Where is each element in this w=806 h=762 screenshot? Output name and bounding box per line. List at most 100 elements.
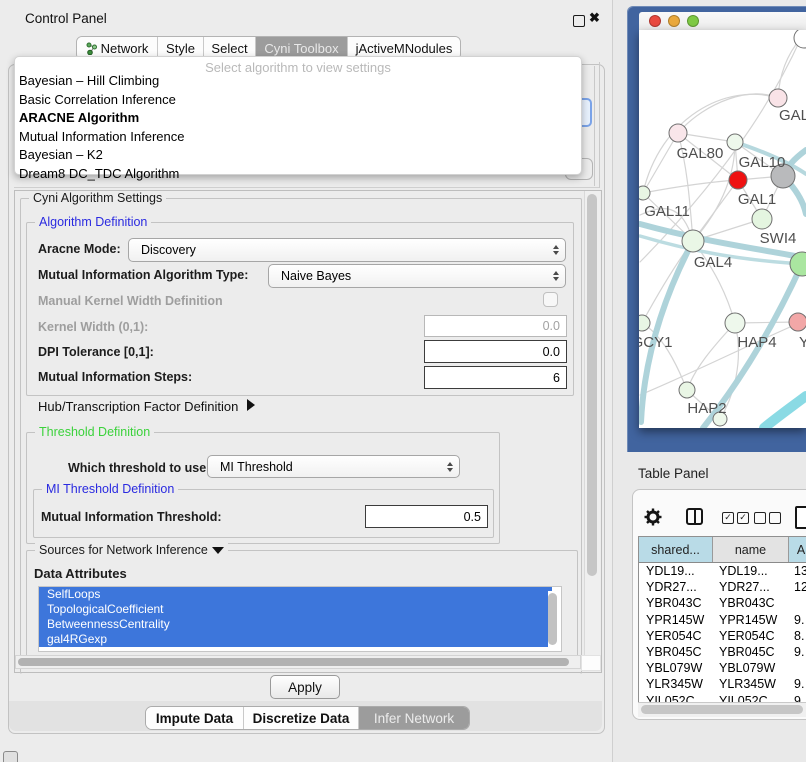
close-icon[interactable]: ✖ — [589, 10, 600, 26]
algorithm-option[interactable]: ARACNE Algorithm — [19, 110, 139, 125]
tab-label: Cyni Toolbox — [264, 41, 338, 56]
mi-steps-input[interactable]: 6 — [424, 366, 567, 389]
table-row[interactable]: YBL079WYBL079W — [639, 660, 806, 676]
table-row[interactable]: YIL052CYIL052C9 — [639, 693, 806, 703]
zoom-button[interactable] — [687, 15, 699, 27]
network-edge[interactable] — [643, 133, 678, 193]
network-node[interactable] — [639, 315, 650, 331]
node-label: GAL4 — [694, 254, 732, 271]
table-cell: 8. — [789, 629, 806, 643]
sources-title[interactable]: Sources for Network Inference — [35, 543, 228, 557]
network-node[interactable] — [725, 313, 745, 333]
network-edge[interactable] — [687, 323, 735, 390]
list-item[interactable]: TopologicalCoefficient — [39, 602, 552, 617]
network-edge[interactable] — [764, 396, 806, 428]
network-edge[interactable] — [643, 180, 738, 193]
network-edge[interactable] — [640, 320, 806, 395]
which-threshold-select[interactable]: MI Threshold — [207, 455, 460, 478]
network-edge[interactable] — [778, 38, 801, 98]
clear-all-checks-icon[interactable] — [754, 512, 781, 524]
network-node[interactable] — [669, 124, 687, 142]
network-node[interactable] — [679, 382, 695, 398]
table-row[interactable]: YBR043CYBR043C — [639, 595, 806, 611]
dpi-tolerance-input[interactable]: 0.0 — [424, 340, 567, 363]
vertical-scrollbar[interactable] — [584, 191, 600, 655]
column-header[interactable]: name — [713, 537, 789, 562]
table-cell: 9 — [789, 694, 806, 702]
algorithm-definition-title: Algorithm Definition — [35, 215, 151, 229]
table-cell: 13 — [789, 564, 806, 578]
network-node[interactable] — [729, 171, 747, 189]
network-window-titlebar[interactable] — [639, 12, 806, 31]
list-item[interactable]: gal4RGexp — [39, 632, 552, 647]
aracne-mode-select[interactable]: Discovery — [128, 238, 566, 262]
list-item[interactable]: SelfLoops — [39, 587, 552, 602]
minimize-button[interactable] — [668, 15, 680, 27]
network-node[interactable] — [769, 89, 787, 107]
network-node[interactable] — [727, 134, 743, 150]
gear-icon[interactable] — [644, 508, 662, 526]
table-cell: YBR045C — [639, 645, 713, 659]
node-label: GAL10 — [739, 154, 786, 171]
mi-type-select[interactable]: Naive Bayes — [268, 264, 566, 288]
table-cell: 9. — [789, 677, 806, 691]
network-node[interactable] — [682, 230, 704, 252]
tab-impute-data[interactable]: Impute Data — [146, 707, 244, 729]
collapse-arrow-icon[interactable] — [212, 547, 224, 554]
mi-steps-label: Mutual Information Steps: — [38, 370, 192, 384]
algorithm-option[interactable]: Basic Correlation Inference — [19, 92, 176, 107]
table-row[interactable]: YER054CYER054C8. — [639, 628, 806, 644]
algorithm-option[interactable]: Mutual Information Inference — [19, 129, 184, 144]
table-row[interactable]: YPR145WYPR145W9. — [639, 612, 806, 628]
table-row[interactable]: YBR045CYBR045C9. — [639, 644, 806, 660]
spinner-arrows-icon — [553, 245, 559, 255]
column-layout-icon[interactable] — [686, 508, 703, 525]
node-label: Y — [799, 334, 806, 351]
network-canvas[interactable]: GALGAL80GAL10GAL1GAL11SWI4GAL4GCY1HAP4YH… — [639, 30, 806, 428]
table-row[interactable]: YDR27...YDR27...12 — [639, 579, 806, 595]
node-label: HAP2 — [687, 400, 726, 417]
expander-arrow-icon[interactable] — [247, 399, 255, 411]
tab-infer-network[interactable]: Infer Network — [359, 707, 469, 729]
network-node[interactable] — [752, 209, 772, 229]
table-horizontal-scrollbar[interactable] — [638, 702, 806, 717]
data-attributes-list[interactable]: SelfLoopsTopologicalCoefficientBetweenne… — [38, 586, 562, 652]
document-icon[interactable] — [795, 506, 806, 529]
network-edge[interactable] — [678, 94, 778, 133]
node-table[interactable]: shared...nameA YDL19...YDL19...13YDR27..… — [638, 536, 806, 702]
mi-threshold-input[interactable]: 0.5 — [365, 505, 488, 528]
select-all-checks-icon[interactable]: ✓✓ — [722, 512, 749, 524]
control-panel-title: Control Panel — [25, 11, 107, 26]
manual-kernel-checkbox[interactable] — [543, 292, 558, 307]
algorithm-option[interactable]: Bayesian – Hill Climbing — [19, 73, 159, 88]
close-button[interactable] — [649, 15, 661, 27]
network-node[interactable] — [789, 313, 806, 331]
mi-type-value: Naive Bayes — [281, 269, 351, 283]
hub-definition-expander[interactable]: Hub/Transcription Factor Definition — [38, 399, 238, 414]
data-attributes-label: Data Attributes — [34, 566, 127, 581]
algorithm-dropdown-popup: Select algorithm to view settings Bayesi… — [14, 56, 582, 175]
algorithm-option[interactable]: Dream8 DC_TDC Algorithm — [19, 166, 179, 181]
table-cell: 9. — [789, 613, 806, 627]
minimized-panel-icon[interactable] — [3, 751, 18, 762]
list-scrollbar[interactable] — [548, 591, 558, 647]
table-cell: YLR345W — [639, 677, 713, 691]
table-row[interactable]: YLR345WYLR345W9. — [639, 676, 806, 692]
column-header[interactable]: shared... — [639, 537, 713, 562]
mi-threshold-label: Mutual Information Threshold: — [41, 510, 222, 524]
horizontal-scrollbar[interactable] — [15, 655, 581, 669]
column-header[interactable]: A — [789, 537, 806, 562]
screen: Control Panel ✖ NetworkStyleSelectCyni T… — [0, 0, 806, 762]
network-graph: GALGAL80GAL10GAL1GAL11SWI4GAL4GCY1HAP4YH… — [639, 30, 806, 428]
tab-discretize-data[interactable]: Discretize Data — [244, 707, 359, 729]
which-threshold-value: MI Threshold — [220, 460, 293, 474]
table-cell: YDL19... — [639, 564, 713, 578]
apply-button[interactable]: Apply — [270, 675, 340, 699]
threshold-definition-title: Threshold Definition — [35, 425, 154, 439]
float-window-icon[interactable] — [573, 15, 585, 27]
list-item[interactable]: BetweennessCentrality — [39, 617, 552, 632]
table-row[interactable]: YDL19...YDL19...13 — [639, 563, 806, 579]
algorithm-option[interactable]: Bayesian – K2 — [19, 147, 103, 162]
network-node[interactable] — [639, 186, 650, 200]
kernel-width-input[interactable]: 0.0 — [424, 315, 567, 337]
